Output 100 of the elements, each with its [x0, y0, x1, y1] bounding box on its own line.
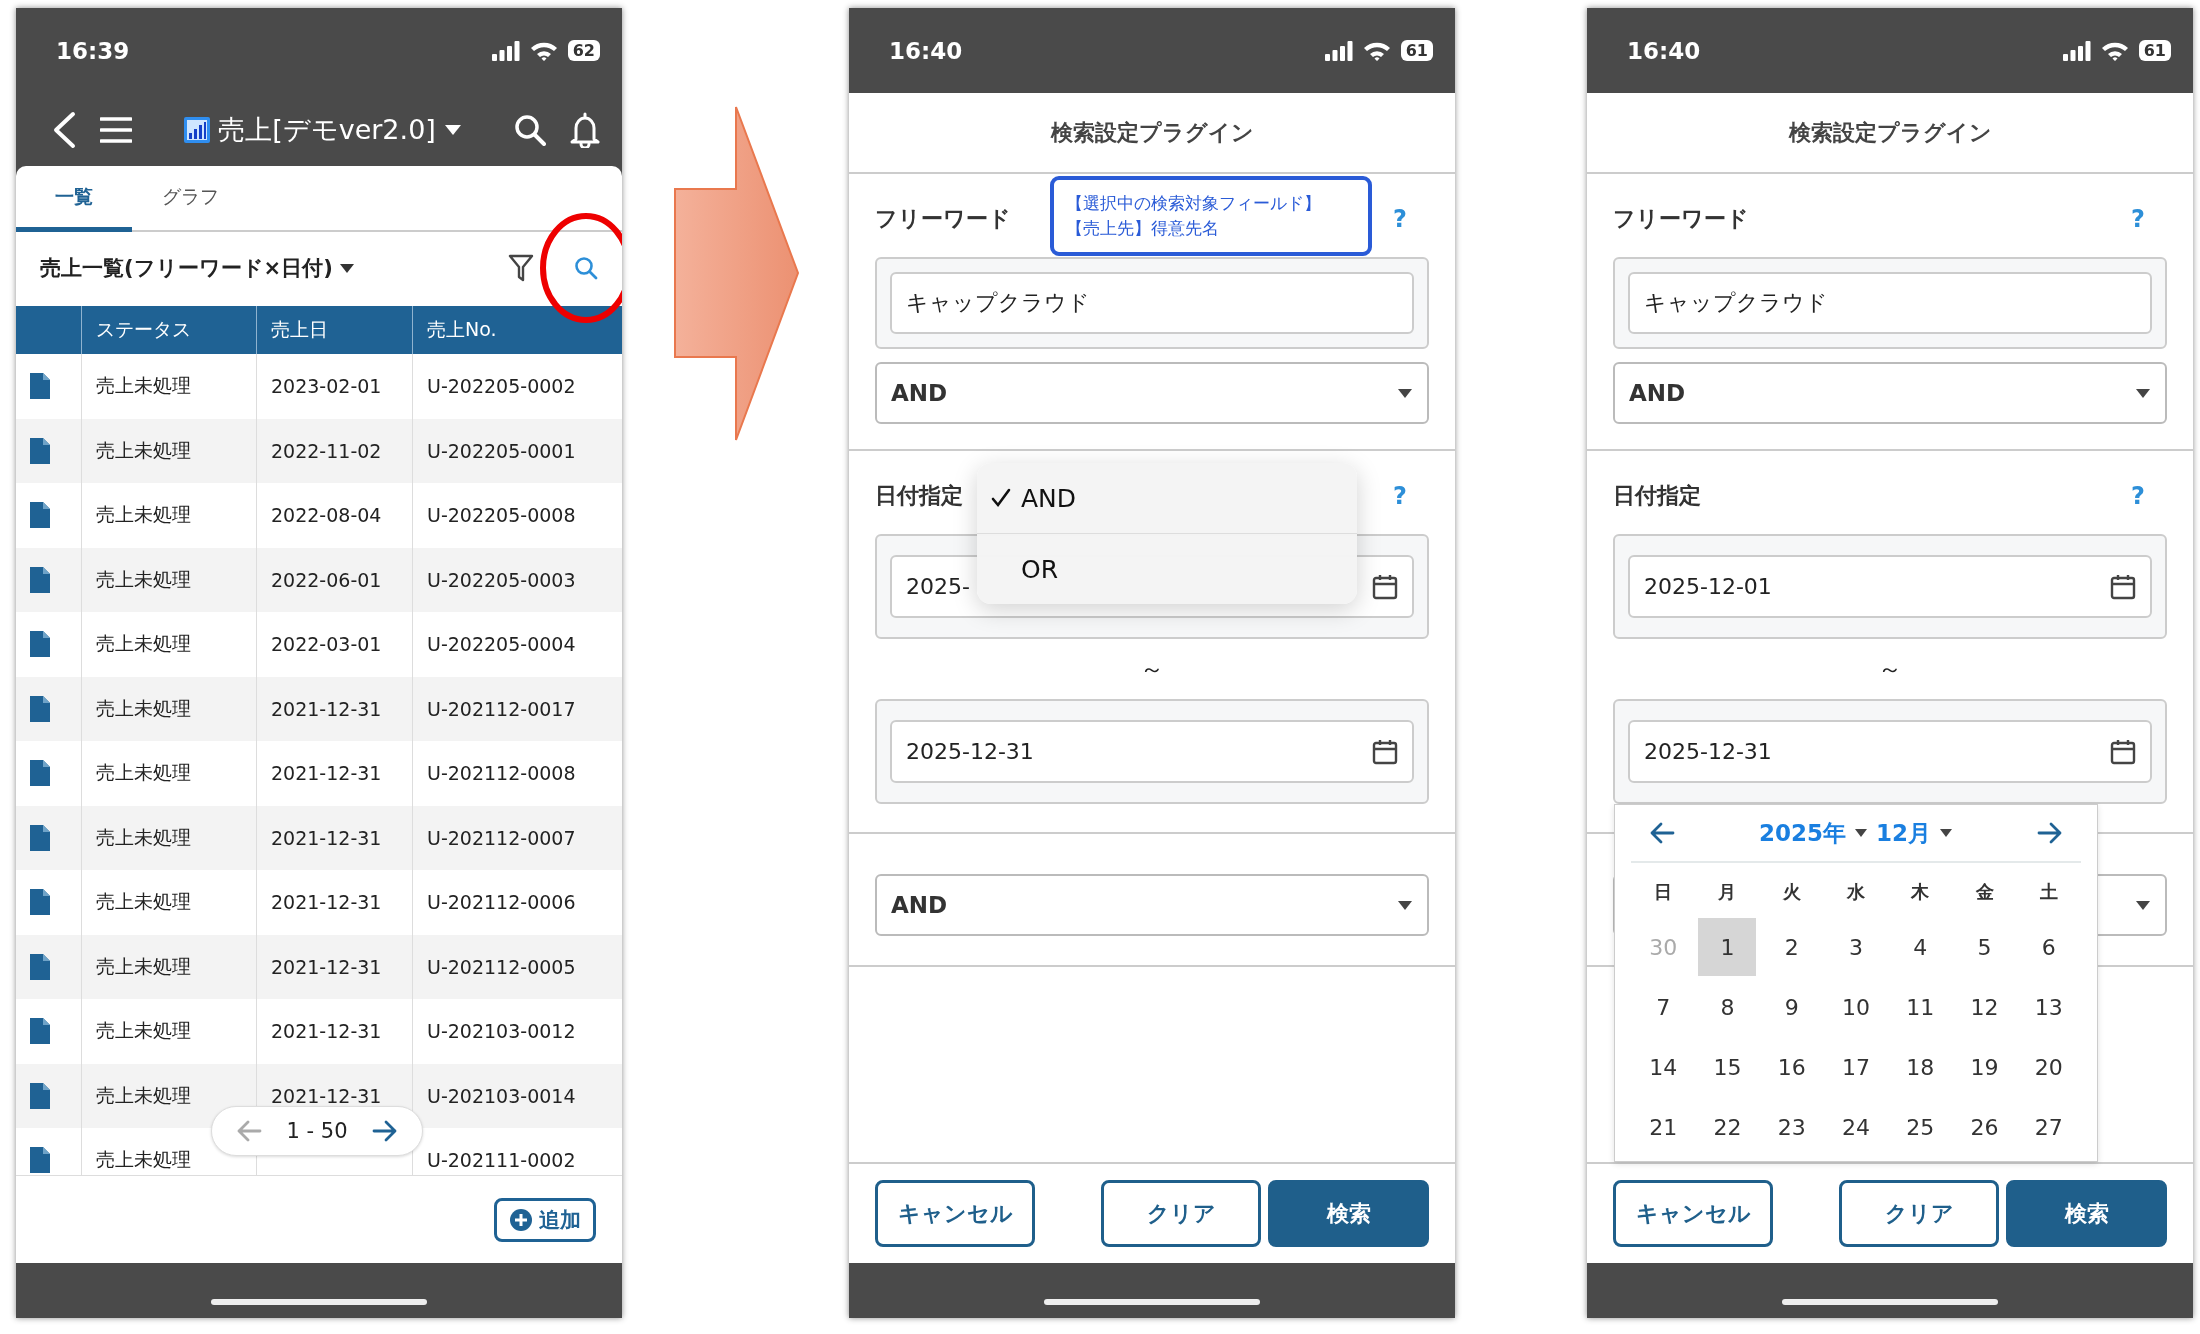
- field-label: フリーワード: [875, 205, 1011, 233]
- bell-icon[interactable]: [570, 111, 600, 148]
- document-icon[interactable]: [30, 437, 50, 464]
- wifi-icon: [1362, 40, 1391, 61]
- status-time: 16:40: [1627, 37, 1701, 64]
- calendar-day[interactable]: 26: [1955, 1098, 2014, 1156]
- calendar-day[interactable]: 20: [2019, 1038, 2078, 1096]
- footer-button[interactable]: 検索: [2006, 1180, 2167, 1247]
- date-field[interactable]: 2025-12-31: [890, 720, 1414, 783]
- month-selector[interactable]: 12月: [1876, 817, 1931, 849]
- calendar-day[interactable]: 8: [1698, 978, 1757, 1036]
- calendar-day[interactable]: 21: [1634, 1098, 1693, 1156]
- menu-option[interactable]: AND: [977, 463, 1357, 533]
- status-time: 16:39: [56, 37, 130, 64]
- document-icon[interactable]: [30, 760, 50, 787]
- caret-icon: [2135, 899, 2151, 911]
- caret-icon: [2135, 387, 2151, 399]
- battery-indicator: 61: [1400, 40, 1433, 61]
- field-label: 日付指定: [1613, 482, 1701, 510]
- calendar-day[interactable]: 1: [1698, 918, 1757, 976]
- search-icon[interactable]: [514, 113, 546, 146]
- calendar-day[interactable]: 18: [1891, 1038, 1950, 1096]
- document-icon[interactable]: [30, 1018, 50, 1045]
- document-icon[interactable]: [30, 1082, 50, 1109]
- calendar-day[interactable]: 11: [1891, 978, 1950, 1036]
- text-field[interactable]: キャップクラウド: [890, 272, 1414, 334]
- document-icon[interactable]: [30, 889, 50, 916]
- calendar-day[interactable]: 24: [1827, 1098, 1885, 1156]
- caret-icon[interactable]: [338, 262, 355, 274]
- calendar-day[interactable]: 5: [1955, 918, 2014, 976]
- caret-icon[interactable]: [443, 123, 462, 136]
- calendar-icon: [2110, 738, 2136, 765]
- footer-button[interactable]: キャンセル: [875, 1180, 1035, 1247]
- calendar-day[interactable]: 6: [2019, 918, 2078, 976]
- document-icon[interactable]: [30, 953, 50, 980]
- calendar-day[interactable]: 22: [1698, 1098, 1757, 1156]
- calendar-day[interactable]: 16: [1762, 1038, 1821, 1096]
- calendar-day[interactable]: 13: [2019, 978, 2078, 1036]
- weekday-label: 水: [1847, 880, 1865, 904]
- range-separator: ～: [1139, 654, 1165, 685]
- wifi-icon: [2100, 40, 2129, 61]
- calendar-day[interactable]: 27: [2019, 1098, 2078, 1156]
- table-cell: 2021-12-31: [256, 870, 412, 935]
- calendar-day[interactable]: 9: [1762, 978, 1821, 1036]
- table-cell: U-202112-0008: [412, 741, 622, 806]
- calendar-day[interactable]: 19: [1955, 1038, 2014, 1096]
- filter-icon[interactable]: [508, 254, 534, 282]
- calendar-day[interactable]: 17: [1827, 1038, 1885, 1096]
- table-cell: U-202205-0002: [412, 354, 622, 419]
- field-label: 日付指定: [875, 482, 963, 510]
- calendar-day[interactable]: 2: [1762, 918, 1821, 976]
- document-icon[interactable]: [30, 373, 50, 400]
- operator-select[interactable]: AND: [875, 874, 1429, 936]
- date-field[interactable]: 2025-12-01: [1628, 555, 2152, 618]
- weekday-label: 土: [2039, 880, 2058, 904]
- calendar-icon: [1372, 738, 1398, 765]
- footer-button[interactable]: クリア: [1839, 1180, 1999, 1247]
- add-button[interactable]: 追加: [494, 1197, 596, 1242]
- document-icon[interactable]: [30, 824, 50, 851]
- battery-indicator: 61: [2138, 40, 2171, 61]
- signal-icon: [1324, 40, 1353, 61]
- caret-icon[interactable]: [1939, 828, 1953, 838]
- next-arrow-icon[interactable]: [2037, 822, 2063, 844]
- date-field[interactable]: 2025-12-31: [1628, 720, 2152, 783]
- document-icon[interactable]: [30, 1147, 50, 1174]
- calendar-day[interactable]: 15: [1698, 1038, 1757, 1096]
- calendar-day[interactable]: 10: [1827, 978, 1885, 1036]
- battery-indicator: 62: [567, 40, 600, 61]
- text-field[interactable]: キャップクラウド: [1628, 272, 2152, 334]
- back-icon[interactable]: [52, 110, 76, 149]
- table-cell: 2023-02-01: [256, 354, 412, 419]
- calendar-day[interactable]: 23: [1762, 1098, 1821, 1156]
- calendar-day[interactable]: 25: [1891, 1098, 1950, 1156]
- range-separator: ～: [1877, 654, 1903, 685]
- calendar-day[interactable]: 12: [1955, 978, 2014, 1036]
- previous-arrow-icon[interactable]: [1649, 822, 1675, 844]
- document-icon[interactable]: [30, 566, 50, 593]
- document-icon[interactable]: [30, 502, 50, 529]
- dialog-title: 検索設定プラグイン: [849, 93, 1455, 174]
- calendar-day[interactable]: 4: [1891, 918, 1950, 976]
- caret-icon[interactable]: [1854, 828, 1868, 838]
- document-icon[interactable]: [30, 631, 50, 658]
- app-title[interactable]: 売上[デモver2.0]: [218, 111, 436, 148]
- calendar-day[interactable]: 7: [1634, 978, 1693, 1036]
- tab[interactable]: グラフ: [132, 166, 248, 232]
- next-arrow-icon[interactable]: [372, 1120, 398, 1142]
- tab[interactable]: 一覧: [16, 166, 132, 232]
- caret-icon: [1397, 899, 1413, 911]
- calendar-day[interactable]: 14: [1634, 1038, 1693, 1096]
- list-title[interactable]: 売上一覧(フリーワード×日付): [40, 254, 333, 282]
- operator-select[interactable]: AND: [1613, 362, 2167, 424]
- menu-icon[interactable]: [100, 115, 132, 144]
- document-icon[interactable]: [30, 695, 50, 722]
- calendar-day[interactable]: 3: [1827, 918, 1885, 976]
- footer-button[interactable]: クリア: [1101, 1180, 1261, 1247]
- operator-select[interactable]: AND: [875, 362, 1429, 424]
- footer-button[interactable]: キャンセル: [1613, 1180, 1773, 1247]
- footer-button[interactable]: 検索: [1268, 1180, 1429, 1247]
- year-selector[interactable]: 2025年: [1759, 817, 1846, 849]
- menu-option[interactable]: OR: [977, 533, 1357, 604]
